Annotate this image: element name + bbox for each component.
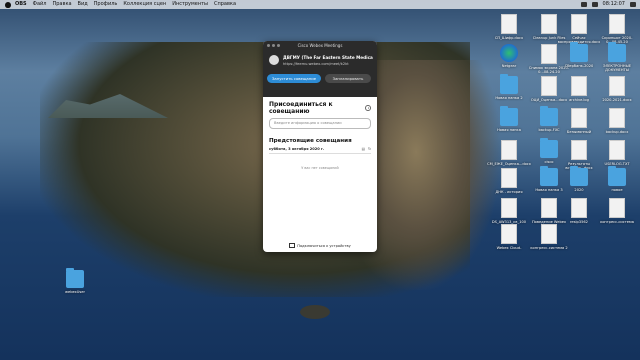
- minimize-button[interactable]: [272, 44, 275, 47]
- document-icon: [501, 140, 517, 160]
- window-title: Cisco Webex Meetings: [297, 43, 343, 48]
- desktop-icon[interactable]: конгресс-система: [594, 198, 640, 224]
- join-meeting-input[interactable]: Введите информацию о совещании: [269, 118, 371, 129]
- document-icon: [571, 108, 587, 128]
- document-icon: [541, 76, 557, 96]
- document-icon: [609, 14, 625, 34]
- desktop-icon[interactable]: USERLOG.TXT: [594, 140, 640, 166]
- desktop-icon-label: новое: [611, 188, 623, 192]
- menu-extras: 08:12:07: [580, 0, 636, 9]
- menu-item-help[interactable]: Справка: [214, 0, 236, 9]
- folder-icon: [66, 268, 84, 288]
- desktop-icon-label: backup.docx: [605, 130, 629, 134]
- desktop-icon-label: конгресс-система 2: [530, 246, 568, 250]
- document-icon: [571, 76, 587, 96]
- start-meeting-button[interactable]: Запустить совещание: [267, 74, 321, 83]
- device-icon: [289, 243, 296, 248]
- zoom-button[interactable]: [277, 44, 280, 47]
- document-icon: [501, 224, 517, 244]
- document-icon: [571, 198, 587, 218]
- room-avatar: [269, 55, 279, 65]
- menu-item-edit[interactable]: Правка: [53, 0, 72, 9]
- desktop-icon-label: ЭЛЕКТРОННЫЕ ДОКУМЕНТЫ: [602, 64, 632, 73]
- folder-icon: [500, 74, 518, 94]
- desktop-icon[interactable]: ЭЛЕКТРОННЫЕ ДОКУМЕНТЫ: [594, 42, 640, 73]
- menu-item-view[interactable]: Вид: [78, 0, 88, 9]
- date-row: суббота, 3 октября 2020 г. ▤ ↻: [269, 147, 371, 154]
- document-icon: [609, 198, 625, 218]
- calendar-icon[interactable]: ▤: [362, 147, 365, 151]
- current-date: суббота, 3 октября 2020 г.: [269, 147, 325, 151]
- menu-app-name[interactable]: OBS: [15, 0, 27, 9]
- connect-device-label: Подключиться к устройству: [297, 243, 351, 248]
- menu-item-file[interactable]: Файл: [33, 0, 47, 9]
- document-icon: [541, 14, 557, 34]
- personal-room-name: ДВГМУ (The Far Eastern State Medical: [283, 55, 373, 60]
- desktop-icon[interactable]: backup.docx: [594, 108, 640, 134]
- folder-icon: [608, 42, 626, 62]
- webex-header: Cisco Webex Meetings ДВГМУ (The Far East…: [263, 41, 377, 97]
- join-heading-text: Присоединиться к совещанию: [269, 101, 333, 115]
- wallpaper-rock: [300, 305, 330, 319]
- folder-icon: [608, 166, 626, 186]
- document-icon: [501, 198, 517, 218]
- document-icon: [541, 198, 557, 218]
- document-icon: [609, 108, 625, 128]
- menu-clock[interactable]: 08:12:07: [603, 0, 625, 9]
- window-titlebar[interactable]: Cisco Webex Meetings: [263, 41, 377, 50]
- info-icon[interactable]: i: [365, 105, 371, 111]
- refresh-icon[interactable]: ↻: [368, 147, 371, 151]
- wallpaper-island-right: [360, 60, 500, 290]
- menu-item-tools[interactable]: Инструменты: [172, 0, 208, 9]
- document-icon: [541, 224, 557, 244]
- join-heading: Присоединиться к совещанию i: [269, 101, 371, 115]
- desktop-icon[interactable]: конгресс-система 2: [526, 224, 572, 250]
- window-controls: [267, 44, 280, 47]
- menu-item-scene-collection[interactable]: Коллекция сцен: [123, 0, 166, 9]
- document-icon: [609, 76, 625, 96]
- personal-room-url[interactable]: https://feemu.webex.com/meet/k2kt: [283, 62, 373, 66]
- search-icon[interactable]: [630, 2, 636, 7]
- menu-item-profile[interactable]: Профиль: [94, 0, 118, 9]
- close-button[interactable]: [267, 44, 270, 47]
- date-controls: ▤ ↻: [362, 147, 371, 151]
- webex-body: Присоединиться к совещанию i Введите инф…: [263, 97, 377, 174]
- folder-icon: [500, 106, 518, 126]
- upcoming-heading: Предстоящие совещания: [269, 138, 352, 144]
- desktop-icon[interactable]: 2020-2021.docx: [594, 76, 640, 102]
- schedule-button[interactable]: Запланировать: [325, 74, 371, 83]
- webex-window: Cisco Webex Meetings ДВГМУ (The Far East…: [263, 41, 377, 252]
- document-icon: [501, 14, 517, 34]
- document-icon: [571, 14, 587, 34]
- desktop-icon-label: USERLOG.TXT: [604, 162, 630, 166]
- desktop-icon[interactable]: Скриншот 2020-0...08.45.20: [594, 14, 640, 44]
- desktop-icon-webexuser[interactable]: webexUser: [52, 268, 98, 294]
- folder-icon: [570, 42, 588, 62]
- document-icon: [541, 44, 557, 64]
- connect-device-link[interactable]: Подключиться к устройству: [263, 243, 377, 248]
- wifi-icon[interactable]: [580, 2, 587, 7]
- desktop-icon[interactable]: новое: [594, 166, 640, 192]
- document-icon: [501, 168, 517, 188]
- desktop-icon-label: 2020-2021.docx: [602, 98, 632, 102]
- document-icon: [571, 140, 587, 160]
- empty-meetings-text: У вас нет совещаний: [301, 166, 339, 170]
- folder-icon: [570, 166, 588, 186]
- battery-icon[interactable]: [591, 2, 598, 7]
- document-icon: [609, 140, 625, 160]
- desktop-icon-label: конгресс-система: [600, 220, 634, 224]
- apple-icon[interactable]: [5, 1, 11, 8]
- app-icon: [500, 44, 518, 62]
- desktop-icon-label: webexUser: [65, 290, 85, 294]
- menu-bar: OBS Файл Правка Вид Профиль Коллекция сц…: [0, 0, 640, 9]
